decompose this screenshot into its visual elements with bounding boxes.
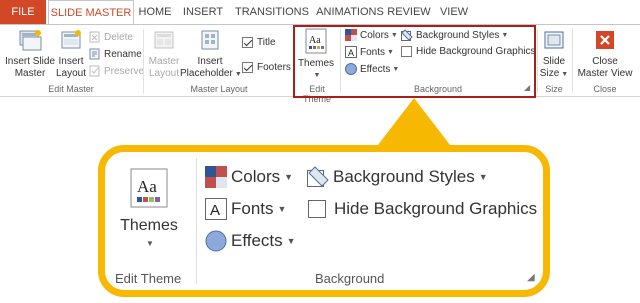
callout-hide-background-graphics-label: Hide Background Graphics (334, 199, 538, 218)
chevron-down-icon: ▼ (277, 204, 287, 214)
colors-icon (205, 166, 227, 188)
chevron-down-icon: ▼ (286, 236, 296, 246)
callout-edit-theme-label: Edit Theme (115, 271, 182, 286)
callout-effects-label: Effects (231, 231, 283, 250)
checkbox-icon (308, 200, 326, 218)
effects-icon (205, 230, 227, 252)
svg-text:A: A (210, 202, 220, 219)
chevron-down-icon: ▼ (146, 239, 154, 248)
chevron-down-icon: ▼ (478, 172, 488, 182)
callout-background-label: Background (315, 271, 385, 286)
svg-text:Aa: Aa (137, 177, 157, 196)
themes-icon: Aa (130, 168, 168, 208)
fonts-icon: A (205, 198, 227, 220)
callout-separator (196, 158, 197, 284)
callout-colors-dropdown[interactable]: Colors ▼ (205, 166, 293, 188)
callout-fonts-dropdown[interactable]: A Fonts ▼ (205, 198, 286, 220)
callout-background-styles-label: Background Styles (333, 167, 475, 186)
callout-colors-label: Colors (231, 167, 281, 186)
callout-themes-label: Themes (120, 217, 178, 234)
background-styles-icon (307, 166, 329, 187)
callout-themes-button[interactable]: Aa Themes ▼ (119, 168, 179, 248)
callout-effects-dropdown[interactable]: Effects ▼ (205, 230, 296, 252)
callout-fonts-label: Fonts (231, 199, 274, 218)
chevron-down-icon: ▼ (284, 172, 294, 182)
callout-hide-background-graphics-checkbox[interactable]: Hide Background Graphics (308, 199, 537, 219)
zoom-callout: Aa Themes ▼ Edit Theme Colors ▼ A Fonts ▼ … (98, 145, 550, 297)
callout-background-styles-dropdown[interactable]: Background Styles ▼ (307, 166, 488, 188)
dialog-launcher-icon[interactable]: ◢ (527, 272, 535, 283)
